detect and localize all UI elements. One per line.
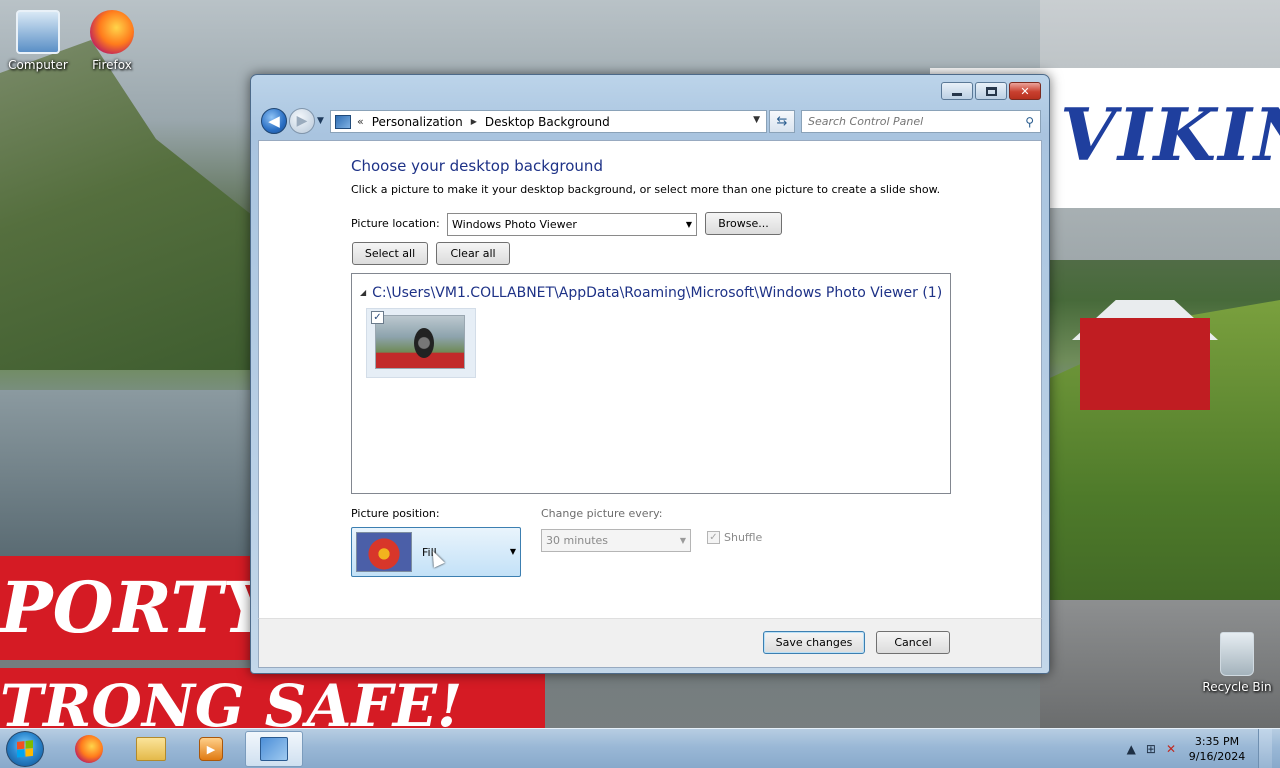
forward-arrow-icon: ▶ [296,113,308,129]
change-picture-label: Change picture every: [541,507,663,520]
dialog-footer: Save changes Cancel [258,618,1042,668]
taskbar-media-player[interactable]: ▶ [182,731,240,767]
thumbnail-image [375,315,465,369]
start-button[interactable] [6,731,44,767]
breadcrumb-arrow-icon[interactable]: ▶ [471,117,477,126]
collapse-icon[interactable]: ◢ [360,288,366,297]
thumbnail-checkbox[interactable]: ✓ [371,311,384,324]
chevron-down-icon: ▼ [685,220,692,229]
tire-image [414,328,434,358]
chevron-down-icon: ▼ [679,536,686,545]
taskbar-explorer[interactable] [122,731,180,767]
forward-button[interactable]: ▶ [289,108,315,134]
breadcrumb-overflow-button[interactable]: « [357,115,364,128]
back-button[interactable]: ◀ [261,108,287,134]
select-all-button[interactable]: Select all [352,242,428,265]
show-desktop-button[interactable] [1258,729,1272,768]
desktop-icon-firefox[interactable]: Firefox [74,10,150,72]
gallery-group-path: C:\Users\VM1.COLLABNET\AppData\Roaming\M… [372,285,943,301]
change-picture-select[interactable]: 30 minutes ▼ [541,529,691,552]
shuffle-label: Shuffle [724,531,763,544]
recycle-bin-icon [1220,632,1254,676]
desktop-icon-label: Firefox [92,58,132,72]
windows-logo-icon [17,740,33,758]
page-subtitle: Click a picture to make it your desktop … [351,183,941,196]
chevron-down-icon: ▼ [509,547,516,556]
picture-thumbnail[interactable]: ✓ [366,308,476,378]
mouse-cursor-icon [427,548,445,568]
page-title: Choose your desktop background [351,157,603,175]
chevron-down-icon: ▼ [317,116,324,126]
minimize-button[interactable] [941,82,973,100]
breadcrumb-personalization[interactable]: Personalization [372,115,463,129]
computer-icon [16,10,60,54]
desktop-icon-recycle-bin[interactable]: Recycle Bin [1199,632,1275,694]
desktop-background-window: ✕ ◀ ▶ ▼ « Personalization ▶ Desktop Back… [250,74,1050,674]
close-button[interactable]: ✕ [1009,82,1041,100]
close-icon: ✕ [1020,84,1030,98]
show-hidden-icons-button[interactable]: ▲ [1127,742,1136,756]
recent-pages-button[interactable]: ▼ [317,116,324,126]
search-box[interactable]: ⚲ [801,110,1041,133]
taskbar-control-panel[interactable] [245,731,303,767]
wallpaper-lake [0,390,260,560]
maximize-button[interactable] [975,82,1007,100]
network-icon[interactable]: ⊞ [1146,742,1156,756]
taskbar-firefox[interactable] [60,731,118,767]
shuffle-checkbox-box[interactable]: ✓ [707,531,720,544]
taskbar: ▶ ▲ ⊞ ✕ 3:35 PM 9/16/2024 [0,728,1280,768]
cancel-button[interactable]: Cancel [876,631,950,654]
desktop-icon-label: Recycle Bin [1202,680,1272,694]
control-panel-icon [260,737,288,761]
clock-time: 3:35 PM [1194,735,1240,748]
clear-all-button[interactable]: Clear all [436,242,510,265]
picture-position-label: Picture position: [351,507,440,520]
picture-location-value: Windows Photo Viewer [452,218,577,231]
play-icon: ▶ [206,742,216,756]
search-input[interactable] [808,115,1026,128]
shuffle-checkbox[interactable]: ✓ Shuffle [707,531,762,544]
volume-muted-icon[interactable]: ✕ [1166,742,1176,756]
save-changes-button[interactable]: Save changes [763,631,865,654]
desktop-icon-computer[interactable]: Computer [0,10,76,72]
change-picture-value: 30 minutes [546,534,609,547]
minimize-icon [952,92,962,96]
wallpaper-brand-text: VIKING [1060,92,1280,177]
address-bar[interactable]: « Personalization ▶ Desktop Background ▼ [330,110,767,133]
navigation-bar: ◀ ▶ ▼ « Personalization ▶ Desktop Backgr… [259,107,1043,135]
search-icon[interactable]: ⚲ [1025,115,1034,129]
picture-gallery[interactable]: ◢ C:\Users\VM1.COLLABNET\AppData\Roaming\… [351,273,951,494]
browse-button[interactable]: Browse... [705,212,782,235]
firefox-icon [90,10,134,54]
picture-position-select[interactable]: Fill ▼ [351,527,521,577]
control-panel-icon [335,114,351,129]
wallpaper-banner-text: PORTY [0,566,273,649]
picture-location-label: Picture location: [351,217,440,230]
wallpaper-mountain [0,40,260,370]
wallpaper-house [1080,318,1210,410]
breadcrumb-desktop-background[interactable]: Desktop Background [485,115,610,129]
refresh-button[interactable]: ⇆ [769,110,795,133]
clock-date: 9/16/2024 [1188,750,1246,763]
content-pane: Choose your desktop background Click a p… [258,140,1042,618]
system-tray: ▲ ⊞ ✕ 3:35 PM 9/16/2024 [1127,729,1272,768]
firefox-icon [75,735,103,763]
folder-icon [136,737,166,761]
address-dropdown-icon[interactable]: ▼ [753,115,760,125]
clock[interactable]: 3:35 PM 9/16/2024 [1186,734,1248,764]
position-preview-image [356,532,412,572]
media-player-icon: ▶ [199,737,223,761]
gallery-group-header[interactable]: ◢ C:\Users\VM1.COLLABNET\AppData\Roaming\… [360,285,942,301]
maximize-icon [985,86,997,96]
check-icon: ✓ [709,532,718,543]
window-controls: ✕ [941,82,1041,100]
desktop-icon-label: Computer [8,58,68,72]
back-arrow-icon: ◀ [268,112,280,130]
check-icon: ✓ [373,312,382,323]
picture-location-select[interactable]: Windows Photo Viewer ▼ [447,213,697,236]
refresh-icon: ⇆ [776,114,788,129]
